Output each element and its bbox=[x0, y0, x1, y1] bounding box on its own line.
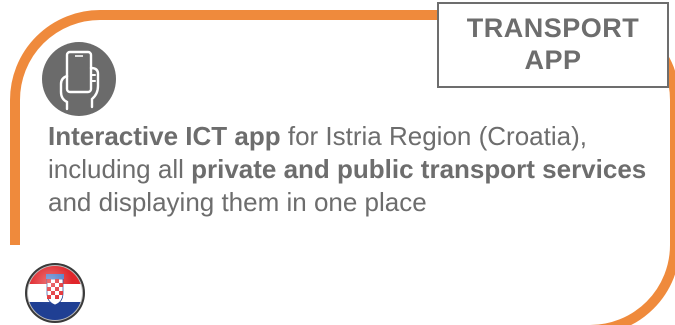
croatia-flag-icon bbox=[24, 262, 86, 324]
description-bold-1: Interactive ICT app bbox=[48, 121, 281, 151]
phone-hand-icon bbox=[42, 42, 116, 116]
description-text-2: and displaying them in one place bbox=[48, 186, 427, 217]
description-text: Interactive ICT app for Istria Region (C… bbox=[48, 120, 648, 218]
badge-line-1: TRANSPORT bbox=[466, 13, 640, 44]
transport-app-badge: TRANSPORT APP bbox=[437, 2, 669, 88]
description-bold-2: private and public transport services bbox=[191, 153, 647, 184]
badge-line-2: APP bbox=[524, 45, 582, 75]
transport-app-card: TRANSPORT APP Interactive ICT app for Is… bbox=[0, 0, 675, 325]
